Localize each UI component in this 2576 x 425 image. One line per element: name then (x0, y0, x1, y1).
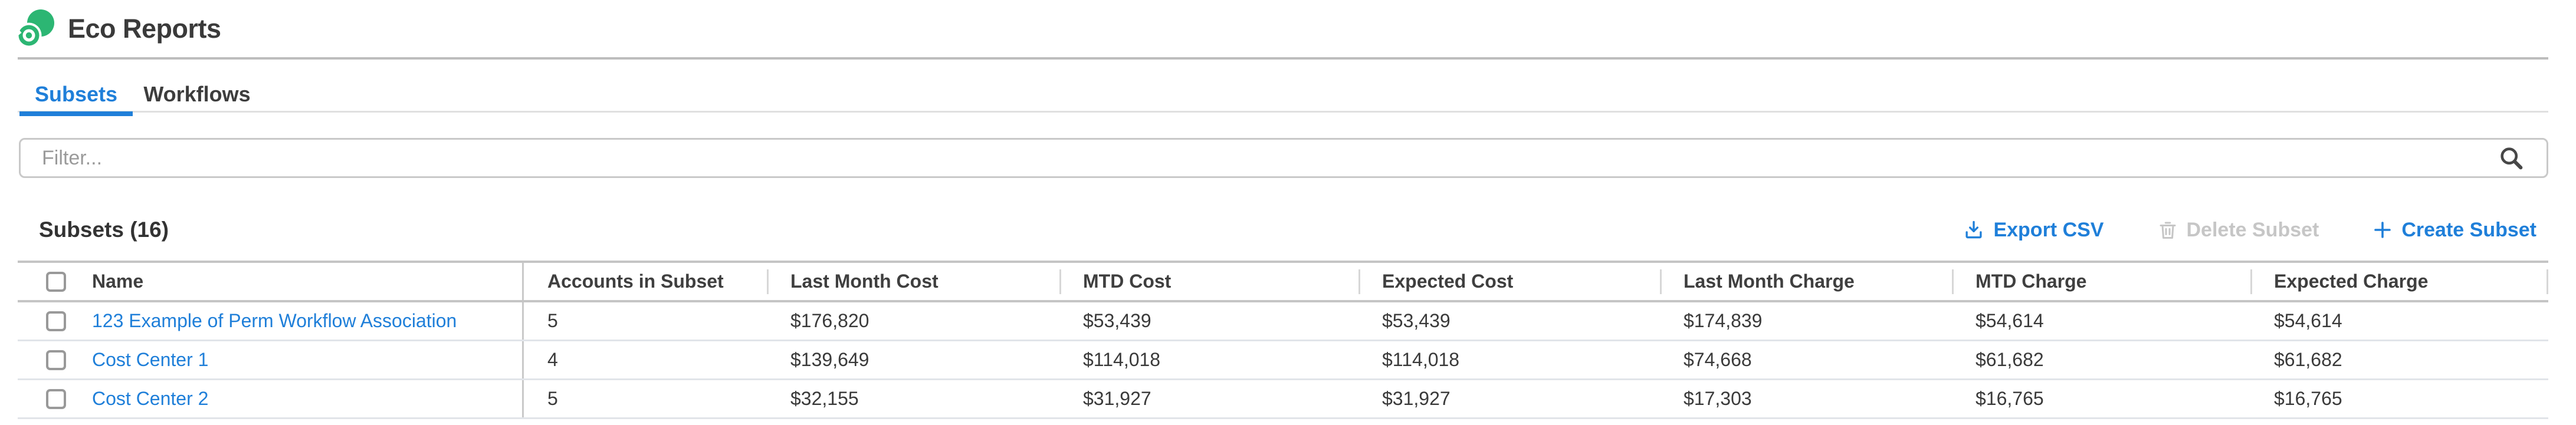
tab-workflows[interactable]: Workflows (140, 76, 254, 113)
export-csv-label: Export CSV (1993, 219, 2104, 242)
column-header-mtd-cost[interactable]: MTD Cost (1059, 263, 1358, 300)
subset-name-cell: Cost Center 2 (88, 380, 522, 417)
expected-charge-cell: $54,614 (2250, 302, 2548, 340)
subset-name-link[interactable]: Cost Center 2 (92, 388, 208, 410)
column-header-expected-charge[interactable]: Expected Charge (2250, 263, 2548, 300)
row-checkbox-cell (18, 302, 88, 340)
eco-swirl-icon (17, 9, 55, 48)
mtd-charge-cell: $61,682 (1952, 341, 2250, 378)
tab-subsets[interactable]: Subsets (19, 76, 133, 113)
subsets-table: Name Accounts in Subset Last Month Cost … (18, 261, 2548, 419)
table-row: 123 Example of Perm Workflow Association… (18, 302, 2548, 341)
section-header: Subsets (16) Export CSV Delete Subset (0, 211, 2576, 249)
row-checkbox-cell (18, 341, 88, 378)
last-month-charge-cell: $74,668 (1660, 341, 1952, 378)
table-row: Cost Center 2 5 $32,155 $31,927 $31,927 … (18, 380, 2548, 419)
tab-bar: Subsets Workflows (18, 76, 2548, 113)
mtd-charge-cell: $16,765 (1952, 380, 2250, 417)
mtd-cost-cell: $114,018 (1059, 341, 1358, 378)
column-header-accounts[interactable]: Accounts in Subset (522, 263, 767, 300)
table-row: Cost Center 1 4 $139,649 $114,018 $114,0… (18, 341, 2548, 380)
tab-subsets-label: Subsets (35, 82, 117, 107)
eco-reports-page: Eco Reports Subsets Workflows Subsets (1… (0, 0, 2576, 425)
app-header: Eco Reports (0, 0, 2576, 57)
delete-subset-label: Delete Subset (2187, 219, 2319, 242)
tab-workflows-label: Workflows (143, 82, 250, 107)
mtd-cost-cell: $53,439 (1059, 302, 1358, 340)
column-header-expected-cost[interactable]: Expected Cost (1358, 263, 1660, 300)
section-title: Subsets (16) (39, 218, 169, 242)
column-header-name[interactable]: Name (88, 263, 522, 300)
header-divider (18, 57, 2548, 60)
create-subset-button[interactable]: Create Subset (2372, 219, 2536, 242)
mtd-charge-cell: $54,614 (1952, 302, 2250, 340)
expected-cost-cell: $53,439 (1358, 302, 1660, 340)
filter-bar (19, 138, 2548, 178)
table-header-row: Name Accounts in Subset Last Month Cost … (18, 261, 2548, 302)
filter-input[interactable] (19, 138, 2548, 178)
last-month-cost-cell: $32,155 (767, 380, 1059, 417)
column-header-last-month-cost[interactable]: Last Month Cost (767, 263, 1059, 300)
subset-name-cell: Cost Center 1 (88, 341, 522, 378)
app-title: Eco Reports (68, 14, 221, 44)
row-checkbox[interactable] (46, 389, 66, 409)
accounts-cell: 5 (522, 380, 767, 417)
subset-name-link[interactable]: 123 Example of Perm Workflow Association (92, 310, 457, 332)
delete-subset-button[interactable]: Delete Subset (2157, 219, 2319, 242)
last-month-charge-cell: $17,303 (1660, 380, 1952, 417)
last-month-cost-cell: $176,820 (767, 302, 1059, 340)
accounts-cell: 5 (522, 302, 767, 340)
trash-icon (2157, 219, 2178, 241)
accounts-cell: 4 (522, 341, 767, 378)
expected-cost-cell: $31,927 (1358, 380, 1660, 417)
last-month-charge-cell: $174,839 (1660, 302, 1952, 340)
download-icon (1963, 219, 1985, 241)
subset-name-link[interactable]: Cost Center 1 (92, 349, 208, 371)
expected-cost-cell: $114,018 (1358, 341, 1660, 378)
row-checkbox[interactable] (46, 350, 66, 370)
row-checkbox[interactable] (46, 311, 66, 331)
plus-icon (2372, 219, 2393, 240)
expected-charge-cell: $61,682 (2250, 341, 2548, 378)
action-buttons: Export CSV Delete Subset Create Subset (1963, 219, 2536, 242)
select-all-checkbox[interactable] (46, 272, 66, 292)
column-header-last-month-charge[interactable]: Last Month Charge (1660, 263, 1952, 300)
expected-charge-cell: $16,765 (2250, 380, 2548, 417)
mtd-cost-cell: $31,927 (1059, 380, 1358, 417)
row-checkbox-cell (18, 380, 88, 417)
subset-name-cell: 123 Example of Perm Workflow Association (88, 302, 522, 340)
create-subset-label: Create Subset (2401, 219, 2536, 242)
column-header-mtd-charge[interactable]: MTD Charge (1952, 263, 2250, 300)
export-csv-button[interactable]: Export CSV (1963, 219, 2104, 242)
search-icon[interactable] (2498, 144, 2525, 172)
select-all-cell (18, 263, 88, 300)
last-month-cost-cell: $139,649 (767, 341, 1059, 378)
